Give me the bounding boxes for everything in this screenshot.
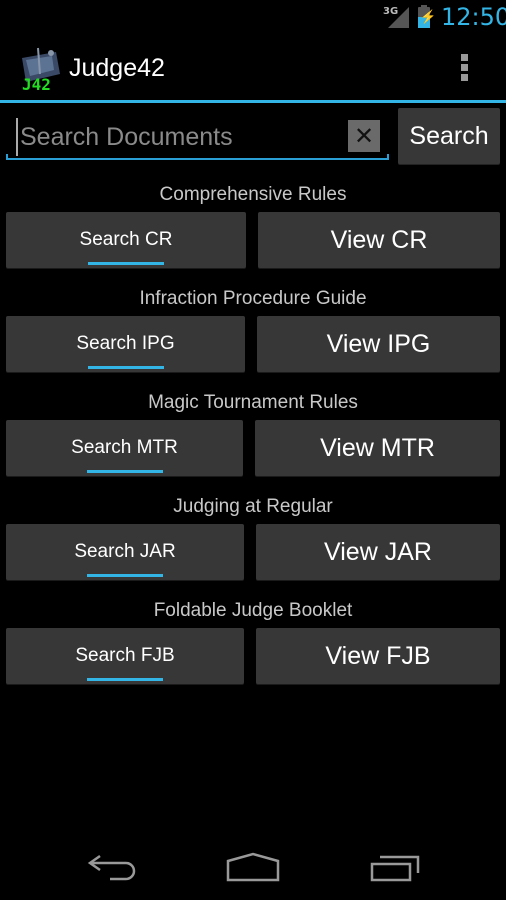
search-cr-button[interactable]: Search CR (6, 212, 246, 268)
search-input[interactable] (16, 118, 350, 156)
view-fjb-button[interactable]: View FJB (256, 628, 500, 684)
view-jar-button[interactable]: View JAR (256, 524, 500, 580)
focus-indicator (87, 366, 164, 369)
section-title: Foldable Judge Booklet (153, 600, 353, 621)
button-label: View MTR (320, 434, 435, 462)
button-label: Search MTR (71, 437, 178, 458)
button-label: View JAR (324, 538, 432, 566)
section-title: Comprehensive Rules (159, 184, 347, 205)
section-title: Magic Tournament Rules (148, 392, 358, 413)
search-mtr-button[interactable]: Search MTR (6, 420, 243, 476)
button-label: View FJB (325, 642, 431, 670)
button-label: View IPG (326, 330, 431, 358)
search-fjb-button[interactable]: Search FJB (6, 628, 244, 684)
focus-indicator (86, 470, 163, 473)
navigation-bar (0, 830, 506, 900)
section-title: Judging at Regular (173, 496, 333, 517)
focus-indicator (88, 262, 164, 265)
action-bar-divider (0, 100, 506, 103)
logo-text: J42 (22, 75, 51, 94)
view-mtr-button[interactable]: View MTR (255, 420, 500, 476)
signal-icon (388, 7, 409, 28)
action-bar: J42 Judge42 (0, 36, 506, 100)
back-icon[interactable] (86, 852, 138, 882)
overflow-menu-icon[interactable] (461, 54, 471, 84)
search-jar-button[interactable]: Search JAR (6, 524, 244, 580)
app-logo-icon[interactable]: J42 (16, 44, 64, 94)
button-label: Search FJB (75, 645, 175, 666)
view-ipg-button[interactable]: View IPG (257, 316, 500, 372)
battery-charging-icon: ⚡ (418, 5, 436, 28)
focus-indicator (87, 678, 163, 681)
search-button[interactable]: Search (398, 108, 500, 164)
clock: 12:50 (441, 3, 506, 31)
section-title: Infraction Procedure Guide (139, 288, 367, 309)
status-bar: 3G ⚡ 12:50 (0, 0, 506, 36)
view-cr-button[interactable]: View CR (258, 212, 500, 268)
button-label: Search CR (79, 229, 173, 250)
recent-apps-icon[interactable] (370, 854, 422, 882)
focus-indicator (87, 574, 163, 577)
search-ipg-button[interactable]: Search IPG (6, 316, 245, 372)
search-field[interactable] (6, 112, 389, 160)
button-label: Search IPG (76, 333, 175, 354)
button-label: Search JAR (74, 541, 176, 562)
home-icon[interactable] (226, 852, 280, 882)
button-label: View CR (330, 226, 428, 254)
app-title: Judge42 (69, 54, 165, 82)
clear-search-button[interactable]: ✕ (348, 120, 380, 152)
